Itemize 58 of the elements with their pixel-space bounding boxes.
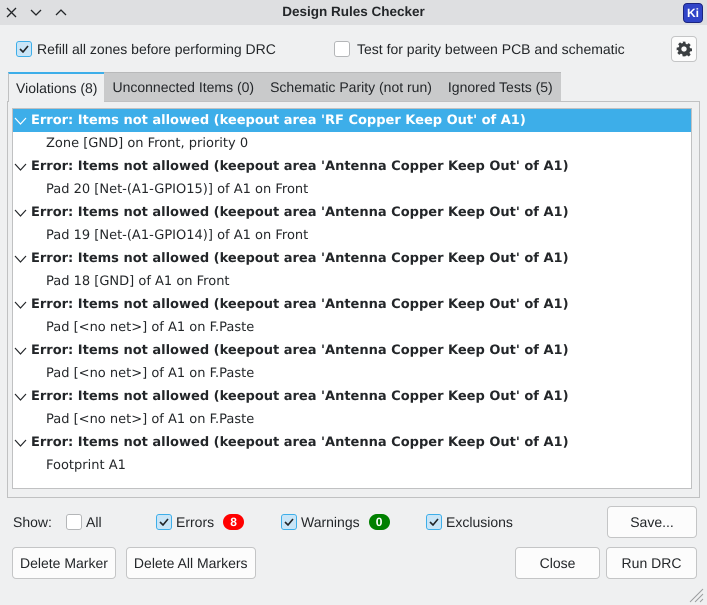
checkbox[interactable]	[156, 514, 172, 530]
checkmark-icon	[19, 45, 29, 53]
window-title: Design Rules Checker	[282, 3, 425, 22]
checkbox[interactable]	[66, 514, 82, 530]
show-label: Show:	[13, 512, 53, 532]
settings-button[interactable]	[671, 36, 697, 62]
checkbox-label[interactable]: All	[86, 512, 102, 532]
tree-item[interactable]: Pad 19 [Net-(A1-GPIO14)] of A1 on Front	[13, 224, 691, 247]
chevron-up-icon[interactable]	[55, 9, 67, 16]
app-logo: Ki	[683, 2, 703, 22]
chevron-down-icon[interactable]	[14, 162, 27, 170]
tree-item[interactable]: Pad [<no net>] of A1 on F.Paste	[13, 316, 691, 339]
checkbox[interactable]	[281, 514, 297, 530]
tree-item[interactable]: Zone [GND] on Front, priority 0	[13, 132, 691, 155]
tree-row[interactable]: Error: Items not allowed (keepout area 'Antenna Copper Keep Out' of A1)	[13, 431, 691, 454]
chevron-down-icon[interactable]	[30, 9, 42, 16]
tab[interactable]: Schematic Parity (not run)	[262, 72, 440, 102]
dialog-button[interactable]: Close	[515, 547, 600, 579]
checkmark-icon	[159, 518, 169, 526]
checkbox-label[interactable]: Warnings	[301, 512, 360, 532]
tree-item[interactable]: Pad 18 [GND] of A1 on Front	[13, 270, 691, 293]
checkbox-label[interactable]: Test for parity between PCB and schematic	[357, 38, 625, 60]
tab[interactable]: Unconnected Items (0)	[104, 72, 262, 102]
tree-row[interactable]: Error: Items not allowed (keepout area 'Antenna Copper Keep Out' of A1)	[13, 385, 691, 408]
checkbox-label[interactable]: Refill all zones before performing DRC	[37, 38, 276, 60]
chevron-down-icon[interactable]	[14, 392, 27, 400]
chevron-down-icon[interactable]	[14, 254, 27, 262]
checkmark-icon	[429, 518, 439, 526]
checkbox-label[interactable]: Errors	[176, 512, 214, 532]
checkbox-label[interactable]: Exclusions	[446, 512, 513, 532]
marker-button[interactable]: Delete Marker	[12, 547, 116, 579]
tab[interactable]: Ignored Tests (5)	[440, 72, 561, 102]
chevron-down-icon[interactable]	[14, 208, 27, 216]
count-badge: 8	[223, 514, 244, 530]
settings-icon	[676, 41, 692, 57]
tree-row[interactable]: Error: Items not allowed (keepout area 'Antenna Copper Keep Out' of A1)	[13, 339, 691, 362]
dialog-button[interactable]: Run DRC	[606, 547, 697, 579]
tree-row[interactable]: Error: Items not allowed (keepout area 'Antenna Copper Keep Out' of A1)	[13, 247, 691, 270]
checkbox[interactable]	[16, 41, 32, 57]
tree-item[interactable]: Pad [<no net>] of A1 on F.Paste	[13, 408, 691, 431]
checkbox[interactable]	[426, 514, 442, 530]
tree-item[interactable]: Pad [<no net>] of A1 on F.Paste	[13, 362, 691, 385]
chevron-down-icon[interactable]	[14, 438, 27, 446]
close-icon[interactable]	[6, 7, 17, 18]
chevron-down-icon[interactable]	[14, 346, 27, 354]
marker-button[interactable]: Delete All Markers	[126, 547, 256, 579]
save-button[interactable]: Save...	[607, 506, 697, 538]
tree-item[interactable]: Pad 20 [Net-(A1-GPIO15)] of A1 on Front	[13, 178, 691, 201]
tab[interactable]: Violations (8)	[8, 72, 104, 102]
tree-row[interactable]: Error: Items not allowed (keepout area 'Antenna Copper Keep Out' of A1)	[13, 293, 691, 316]
count-badge: 0	[368, 514, 390, 530]
tree-item[interactable]: Footprint A1	[13, 454, 691, 477]
tree-row[interactable]: Error: Items not allowed (keepout area 'Antenna Copper Keep Out' of A1)	[13, 201, 691, 224]
tree-row[interactable]: Error: Items not allowed (keepout area 'Antenna Copper Keep Out' of A1)	[13, 155, 691, 178]
checkmark-icon	[284, 518, 294, 526]
chevron-down-icon[interactable]	[14, 300, 27, 308]
resize-grip-icon[interactable]	[689, 588, 704, 603]
checkbox[interactable]	[334, 41, 350, 57]
